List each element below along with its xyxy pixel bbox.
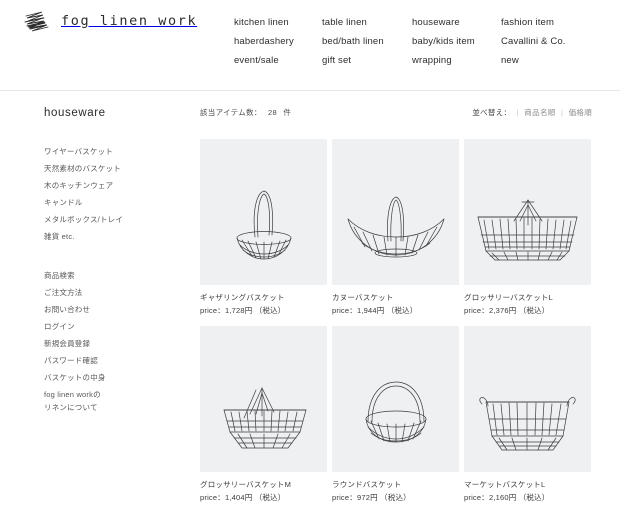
item-count-unit: 件 [283,108,292,117]
item-count-value: 28 [268,108,277,117]
round-basket-wire-image[interactable] [332,326,459,472]
list-item: ご注文方法 [44,284,184,301]
sidebar-item-password-confirm[interactable]: パスワード確認 [44,352,184,369]
sidebar-item-natural-basket[interactable]: 天然素材のバスケット [44,160,184,177]
sidebar-category-list: ワイヤーバスケット 天然素材のバスケット 木のキッチンウェア キャンドル メタル… [44,143,184,245]
market-basket-l-wire-image[interactable] [464,326,591,472]
nav-item-wrapping[interactable]: wrapping [412,51,501,70]
sort-option-by-price[interactable]: 価格順 [569,108,592,117]
brand-logo-link[interactable]: fog linen work [22,10,197,32]
list-item: 天然素材のバスケット [44,160,184,177]
sidebar-item-candle[interactable]: キャンドル [44,194,184,211]
sidebar-item-sundries[interactable]: 雑貨 etc. [44,228,184,245]
product-card[interactable]: ギャザリングバスケット price：1,728円 （税込） [200,139,327,316]
scribble-mark-icon [22,10,52,32]
sort-separator-1: | [516,108,519,117]
page-title: houseware [44,107,106,119]
sidebar-item-register[interactable]: 新規会員登録 [44,335,184,352]
nav-item-new[interactable]: new [501,51,566,70]
list-item: fog linen workの リネンについて [44,386,184,416]
list-item: キャンドル [44,194,184,211]
product-price: price：1,944円 （税込） [332,306,418,315]
product-name: ギャザリングバスケット [200,293,285,302]
nav-item-event-sale[interactable]: event/sale [234,51,322,70]
product-card[interactable]: グロッサリーバスケットL price：2,376円 （税込） [464,139,591,316]
product-name: マーケットバスケットL [464,480,546,489]
list-item: ワイヤーバスケット [44,143,184,160]
product-grid: ギャザリングバスケット price：1,728円 （税込） カヌーバスケット p… [200,139,592,503]
list-item: バスケットの中身 [44,369,184,386]
sort-control: 並べ替え： | 商品名順 | 価格順 [472,107,592,118]
item-count-label: 該当アイテム数： [200,108,262,117]
product-name: グロッサリーバスケットM [200,480,292,489]
list-item: 雑貨 etc. [44,228,184,245]
primary-nav: kitchen linen table linen houseware fash… [234,13,566,70]
list-item: 木のキッチンウェア [44,177,184,194]
product-price: price：2,376円 （税込） [464,306,550,315]
listing-toolbar: 該当アイテム数： 28 件 並べ替え： | 商品名順 | 価格順 [200,107,592,129]
sidebar-utility-list: 商品検索 ご注文方法 お問い合わせ ログイン 新規会員登録 パスワード確認 バス… [44,267,184,416]
nav-item-cavallini[interactable]: Cavallini & Co. [501,32,566,51]
page-body: houseware ワイヤーバスケット 天然素材のバスケット 木のキッチンウェア… [0,90,620,502]
product-card[interactable]: マーケットバスケットL price：2,160円 （税込） [464,326,591,503]
nav-item-bed-bath-linen[interactable]: bed/bath linen [322,32,412,51]
site-header: fog linen work kitchen linen table linen… [0,0,620,91]
nav-item-haberdashery[interactable]: haberdashery [234,32,322,51]
product-card[interactable]: カヌーバスケット price：1,944円 （税込） [332,139,459,316]
sidebar: houseware ワイヤーバスケット 天然素材のバスケット 木のキッチンウェア… [44,107,184,416]
list-item: ログイン [44,318,184,335]
sidebar-item-metal-box-tray[interactable]: メタルボックス/トレイ [44,211,184,228]
nav-item-baby-kids-item[interactable]: baby/kids item [412,32,501,51]
product-card[interactable]: ラウンドバスケット price：972円 （税込） [332,326,459,503]
grocery-basket-m-wire-image[interactable] [200,326,327,472]
sidebar-item-how-to-order[interactable]: ご注文方法 [44,284,184,301]
canoe-basket-wire-image[interactable] [332,139,459,285]
list-item: 商品検索 [44,267,184,284]
product-listing: 該当アイテム数： 28 件 並べ替え： | 商品名順 | 価格順 ギャザリングバ… [200,107,592,503]
nav-item-gift-set[interactable]: gift set [322,51,412,70]
product-card[interactable]: グロッサリーバスケットM price：1,404円 （税込） [200,326,327,503]
list-item: 新規会員登録 [44,335,184,352]
nav-item-table-linen[interactable]: table linen [322,13,412,32]
product-price: price：1,728円 （税込） [200,306,286,315]
product-price: price：1,404円 （税込） [200,493,286,502]
sort-separator-2: | [560,108,564,117]
product-name: カヌーバスケット [332,293,394,302]
sidebar-item-wood-kitchenware[interactable]: 木のキッチンウェア [44,177,184,194]
product-price: price：972円 （税込） [332,493,411,502]
grocery-basket-l-wire-image[interactable] [464,139,591,285]
nav-item-fashion-item[interactable]: fashion item [501,13,566,32]
brand-name: fog linen work [61,13,198,29]
sidebar-item-login[interactable]: ログイン [44,318,184,335]
sidebar-item-product-search[interactable]: 商品検索 [44,267,184,284]
sidebar-item-wire-basket[interactable]: ワイヤーバスケット [44,143,184,160]
product-name: ラウンドバスケット [332,480,402,489]
sidebar-item-cart-contents[interactable]: バスケットの中身 [44,369,184,386]
sidebar-item-contact[interactable]: お問い合わせ [44,301,184,318]
sort-option-by-name[interactable]: 商品名順 [524,108,555,117]
list-item: パスワード確認 [44,352,184,369]
sidebar-item-about-linen[interactable]: fog linen workの リネンについて [44,386,184,416]
product-price: price：2,160円 （税込） [464,493,550,502]
list-item: お問い合わせ [44,301,184,318]
nav-item-houseware[interactable]: houseware [412,13,501,32]
page-root: fog linen work kitchen linen table linen… [0,0,620,514]
gathering-basket-wire-image[interactable] [200,139,327,285]
product-name: グロッサリーバスケットL [464,293,553,302]
list-item: メタルボックス/トレイ [44,211,184,228]
item-count: 該当アイテム数： 28 件 [200,107,291,118]
nav-item-kitchen-linen[interactable]: kitchen linen [234,13,322,32]
sort-label: 並べ替え： [472,108,512,117]
